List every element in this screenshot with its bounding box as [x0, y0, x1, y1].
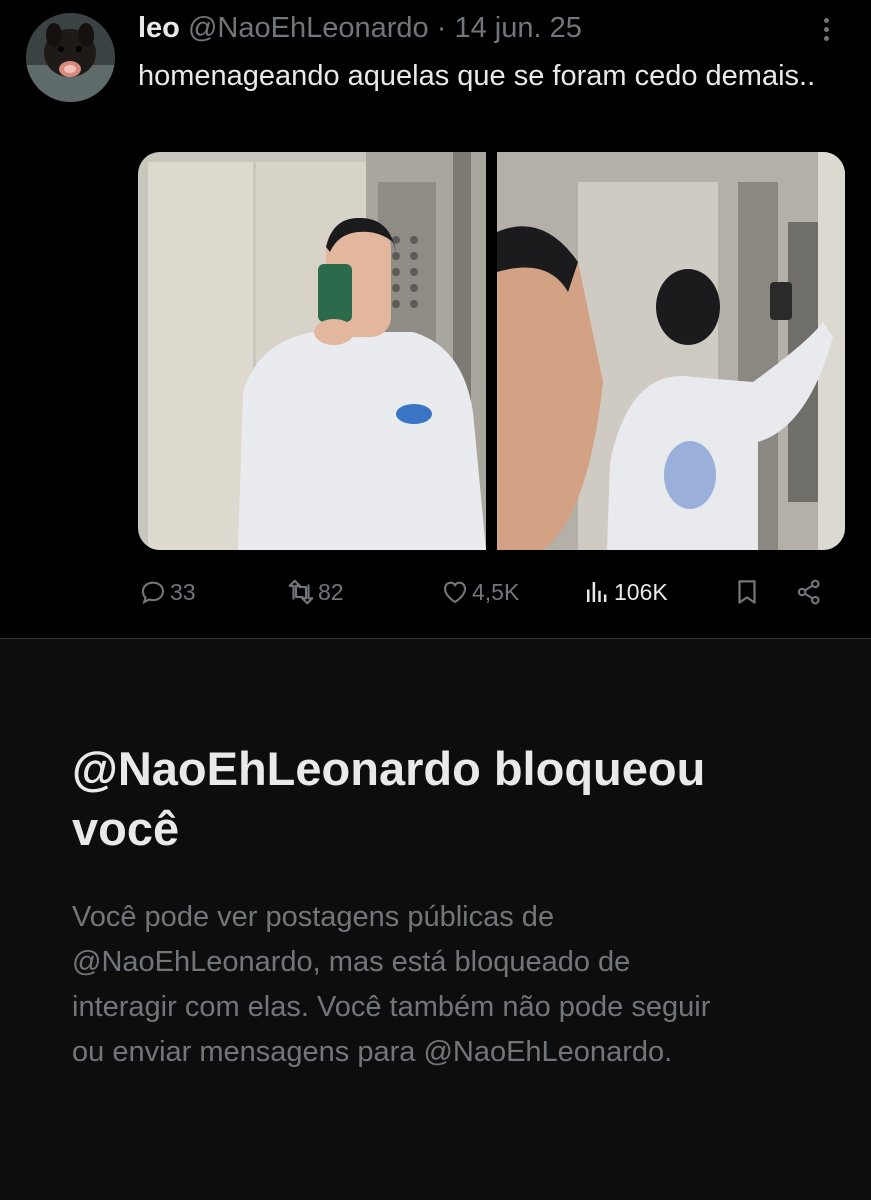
share-icon — [797, 579, 820, 605]
bookmark-icon — [738, 580, 756, 604]
tweet-media[interactable] — [138, 152, 845, 550]
blocked-description: Você pode ver postagens públicas de @Nao… — [72, 901, 711, 1068]
tweet-header: leo @NaoEhLeonardo · 14 jun. 25 — [138, 10, 582, 46]
views-count: 106K — [614, 578, 668, 605]
reply-button[interactable]: 33 — [138, 570, 196, 614]
tweet-text: homenageando aquelas que se foram cedo d… — [138, 60, 816, 92]
views-icon — [587, 582, 607, 602]
blocked-notice: @NaoEhLeonardo bloqueou você Você pode v… — [0, 639, 871, 1200]
media-photo-1[interactable] — [138, 152, 486, 550]
avatar[interactable] — [26, 13, 115, 102]
more-icon[interactable] — [812, 14, 840, 48]
bookmark-button[interactable] — [732, 570, 762, 614]
blocked-title: @NaoEhLeonardo bloqueou você — [72, 742, 706, 855]
reply-count: 33 — [170, 578, 196, 605]
tweet-date[interactable]: 14 jun. 25 — [454, 12, 581, 44]
like-icon — [443, 581, 467, 604]
author-name[interactable]: leo — [138, 12, 180, 44]
repost-icon — [288, 579, 314, 605]
repost-button[interactable]: 82 — [286, 570, 344, 614]
avatar-image — [26, 13, 115, 102]
tweet-actions: 33 82 4,5K 106K — [138, 570, 838, 614]
author-handle[interactable]: @NaoEhLeonardo — [188, 12, 429, 44]
like-button[interactable]: 4,5K — [440, 570, 519, 614]
like-count: 4,5K — [472, 578, 520, 605]
share-button[interactable] — [794, 570, 824, 614]
tweet[interactable]: leo @NaoEhLeonardo · 14 jun. 25 homenage… — [0, 0, 871, 638]
separator: · — [436, 12, 447, 44]
media-photo-2[interactable] — [497, 152, 845, 550]
views-button[interactable]: 106K — [582, 570, 668, 614]
reply-icon — [141, 581, 165, 605]
repost-count: 82 — [318, 578, 344, 605]
